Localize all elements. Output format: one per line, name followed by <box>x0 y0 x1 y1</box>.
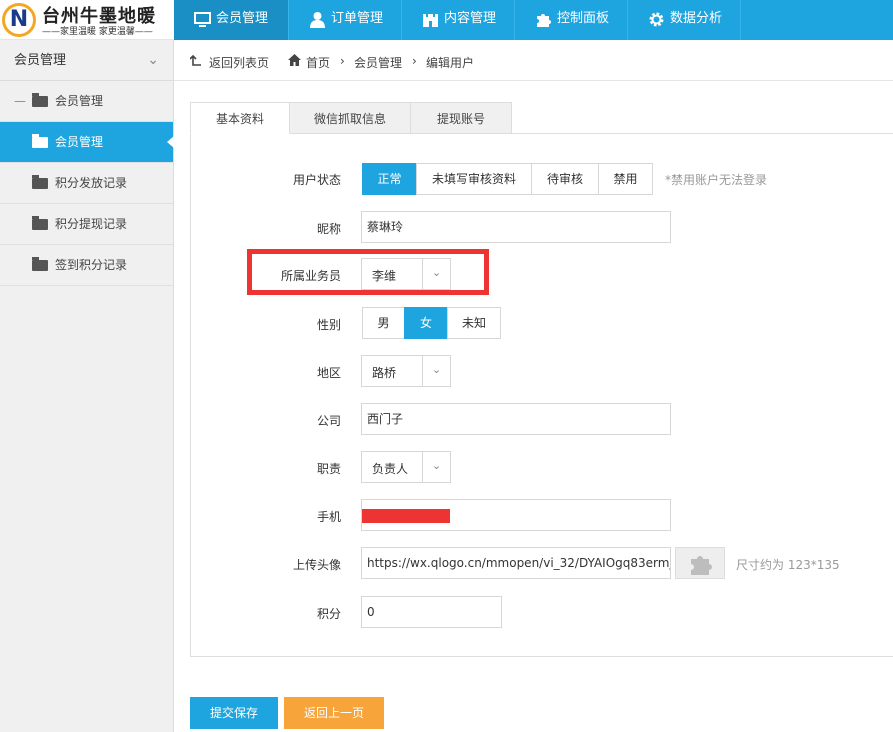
company-label: 公司 <box>316 414 341 428</box>
status-normal-button[interactable]: 正常 <box>362 163 417 195</box>
gear-icon <box>649 12 664 27</box>
sidebar-item-member-management[interactable]: 会员管理 <box>0 122 174 163</box>
region-label: 地区 <box>316 366 341 380</box>
chevron-down-icon: ⌄ <box>422 356 450 386</box>
status-incomplete-button[interactable]: 未填写审核资料 <box>416 163 532 195</box>
submit-save-button[interactable]: 提交保存 <box>190 697 278 729</box>
nickname-label: 昵称 <box>316 222 341 236</box>
top-bar: N 台州牛墨地暖 ——家里温暖 家更温馨—— 会员管理 订单管理 内容管理 控制… <box>0 0 893 40</box>
avatar-label: 上传头像 <box>292 558 341 572</box>
home-icon <box>288 54 301 66</box>
sidebar-item-points-withdrawn[interactable]: 积分提现记录 <box>0 204 173 245</box>
logo-mark-icon: N <box>2 3 36 37</box>
breadcrumb-separator: › <box>340 54 345 68</box>
status-button-group: 正常 未填写审核资料 待审核 禁用 <box>362 163 653 195</box>
breadcrumb-separator: › <box>412 54 417 68</box>
folder-icon <box>32 175 48 189</box>
nav-label: 会员管理 <box>216 11 269 26</box>
region-select[interactable]: 路桥 ⌄ <box>361 355 451 387</box>
points-label: 积分 <box>316 607 341 621</box>
position-select[interactable]: 负责人 ⌄ <box>361 451 451 483</box>
breadcrumb-section[interactable]: 会员管理 <box>354 54 402 71</box>
chevron-down-icon: ⌄ <box>147 52 159 68</box>
puzzle-icon <box>691 556 712 575</box>
collapse-dash-icon: — <box>14 94 26 108</box>
return-arrow-icon <box>190 55 201 66</box>
avatar-url-input[interactable]: https://wx.qlogo.cn/mmopen/vi_32/DYAIOgq… <box>361 547 671 579</box>
points-input[interactable]: 0 <box>361 596 502 628</box>
castle-icon <box>423 14 438 27</box>
sidebar-item-label: 签到积分记录 <box>55 258 128 272</box>
position-value: 负责人 <box>372 462 409 476</box>
nav-item-analytics[interactable]: 数据分析 <box>628 0 740 40</box>
back-previous-button[interactable]: 返回上一页 <box>284 697 384 729</box>
nav-item-control-panel[interactable]: 控制面板 <box>515 0 627 40</box>
breadcrumb-home[interactable]: 首页 <box>306 54 330 71</box>
nav-label: 订单管理 <box>331 11 384 26</box>
tab-withdraw-account[interactable]: 提现账号 <box>410 102 512 134</box>
folder-icon <box>32 257 48 271</box>
nav-item-orders[interactable]: 订单管理 <box>289 0 401 40</box>
sidebar-item-label: 积分发放记录 <box>55 176 128 190</box>
sidebar-heading-label: 会员管理 <box>14 53 67 68</box>
nav-item-content[interactable]: 内容管理 <box>402 0 514 40</box>
sidebar-item-points-issued[interactable]: 积分发放记录 <box>0 163 173 204</box>
status-banned-button[interactable]: 禁用 <box>598 163 653 195</box>
breadcrumb-current: 编辑用户 <box>426 56 475 70</box>
tab-basic-info[interactable]: 基本资料 <box>190 102 290 134</box>
sidebar-item-label: 会员管理 <box>55 135 104 149</box>
chevron-down-icon: ⌄ <box>422 452 450 482</box>
sidebar-item-checkin-points[interactable]: 签到积分记录 <box>0 245 173 286</box>
folder-icon <box>32 216 48 230</box>
upload-avatar-button[interactable] <box>675 547 725 579</box>
puzzle-icon <box>537 14 551 27</box>
user-icon <box>310 12 325 28</box>
tab-wechat-info[interactable]: 微信抓取信息 <box>289 102 411 134</box>
back-to-list-link[interactable]: 返回列表页 <box>209 54 269 71</box>
nav-label: 控制面板 <box>557 11 610 26</box>
status-pending-button[interactable]: 待审核 <box>531 163 599 195</box>
nav-divider <box>740 0 741 40</box>
nav-item-members[interactable]: 会员管理 <box>174 0 288 40</box>
highlight-box <box>247 249 489 295</box>
status-label: 用户状态 <box>292 173 341 187</box>
breadcrumb: 返回列表页 首页 › 会员管理 › 编辑用户 <box>174 40 893 81</box>
position-label: 职责 <box>316 462 341 476</box>
logo: N 台州牛墨地暖 ——家里温暖 家更温馨—— <box>0 0 174 40</box>
phone-label: 手机 <box>316 510 341 524</box>
redaction-bar <box>362 509 450 523</box>
avatar-size-hint: 尺寸约为 123*135 <box>736 558 840 572</box>
folder-icon <box>32 93 48 107</box>
sidebar-group-members[interactable]: — 会员管理 <box>0 81 173 122</box>
company-input[interactable]: 西门子 <box>361 403 671 435</box>
monitor-icon <box>194 12 211 27</box>
nickname-input[interactable]: 蔡琳玲 <box>361 211 671 243</box>
sidebar-item-label: 积分提现记录 <box>55 217 128 231</box>
gender-female-button[interactable]: 女 <box>404 307 448 339</box>
nav-label: 内容管理 <box>444 11 497 26</box>
gender-male-button[interactable]: 男 <box>362 307 405 339</box>
gender-label: 性别 <box>316 318 341 332</box>
main-nav: 会员管理 订单管理 内容管理 控制面板 数据分析 <box>174 0 893 40</box>
sidebar-item-label: 会员管理 <box>55 94 104 108</box>
gender-button-group: 男 女 未知 <box>362 307 501 339</box>
sidebar-heading[interactable]: 会员管理 ⌄ <box>0 40 173 81</box>
gender-unknown-button[interactable]: 未知 <box>447 307 501 339</box>
status-hint: *禁用账户无法登录 <box>665 173 768 187</box>
nav-label: 数据分析 <box>670 11 723 26</box>
folder-icon <box>32 134 48 148</box>
region-value: 路桥 <box>372 366 397 380</box>
sidebar: 会员管理 ⌄ — 会员管理 会员管理 积分发放记录 积分提现记录 签到积分记录 <box>0 40 174 732</box>
logo-subtitle: ——家里温暖 家更温馨—— <box>42 27 153 37</box>
